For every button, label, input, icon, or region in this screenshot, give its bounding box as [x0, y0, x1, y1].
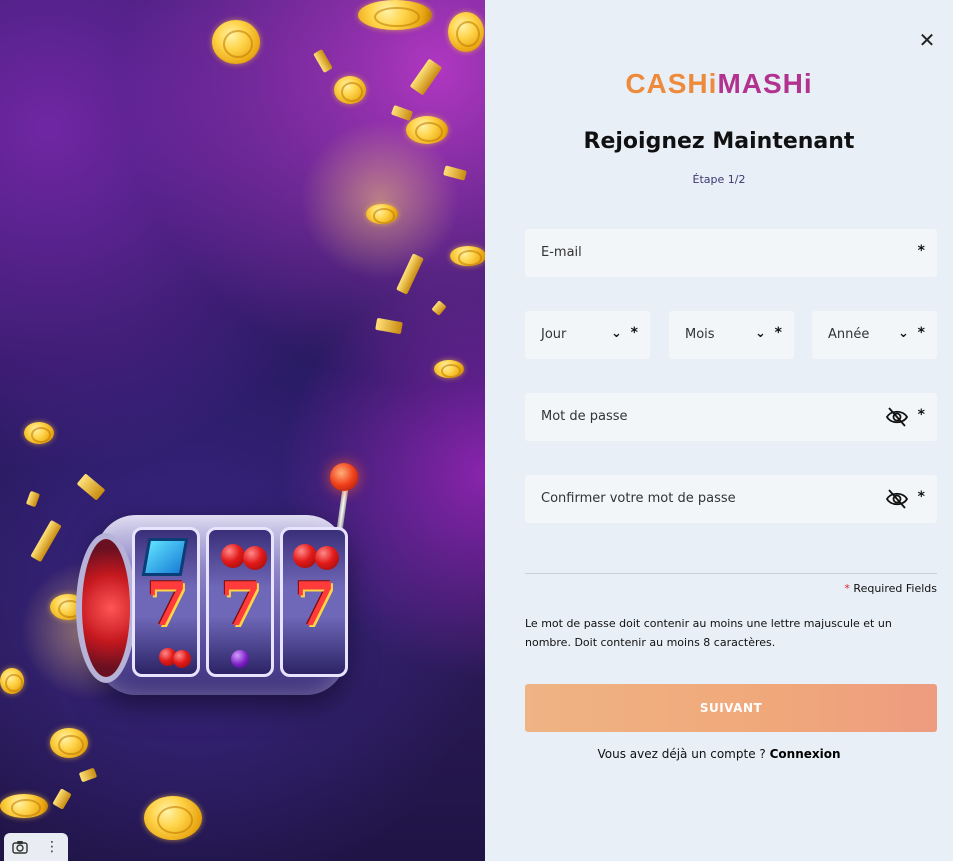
password-placeholder: Mot de passe: [541, 409, 628, 424]
next-button[interactable]: SUIVANT: [525, 684, 937, 732]
confetti: [390, 104, 414, 122]
screenshot-toolbar: ⋮: [4, 833, 68, 861]
gold-coin: [450, 246, 485, 266]
gold-coin: [358, 0, 432, 30]
gold-coin: [50, 728, 88, 758]
logo-part-1: CASHi: [625, 68, 718, 99]
page-title: Rejoignez Maintenant: [583, 129, 855, 154]
required-fields-note: * Required Fields: [844, 582, 937, 595]
password-field[interactable]: Mot de passe *: [525, 393, 937, 441]
confetti: [409, 58, 443, 96]
gold-coin: [24, 422, 54, 444]
login-prompt-line: Vous avez déjà un compte ? Connexion: [485, 747, 953, 761]
eye-slash-icon[interactable]: [885, 406, 909, 428]
gold-coin: [366, 204, 398, 224]
confetti: [30, 519, 62, 563]
close-icon[interactable]: ✕: [917, 30, 937, 50]
month-placeholder: Mois: [685, 327, 715, 342]
required-asterisk: *: [917, 243, 925, 259]
step-indicator: Étape 1/2: [692, 173, 746, 186]
confetti: [78, 767, 98, 783]
brand-logo: CASHiMASHi: [485, 68, 953, 100]
required-asterisk: *: [844, 582, 850, 595]
more-vertical-icon[interactable]: ⋮: [40, 835, 64, 859]
required-asterisk: *: [774, 325, 782, 341]
required-asterisk: *: [630, 325, 638, 341]
month-select[interactable]: Mois ⌄ *: [669, 311, 794, 359]
slot-machine-illustration: 7 7 7: [76, 463, 360, 705]
gold-coin: [448, 12, 484, 52]
email-field[interactable]: E-mail *: [525, 229, 937, 277]
gold-coin: [334, 76, 366, 104]
gold-coin: [0, 668, 24, 694]
gold-coin: [144, 796, 202, 840]
required-fields-label: Required Fields: [853, 582, 937, 595]
required-asterisk: *: [917, 407, 925, 423]
day-placeholder: Jour: [541, 327, 567, 342]
login-link[interactable]: Connexion: [770, 747, 841, 761]
gold-coin: [406, 116, 448, 144]
confetti: [76, 473, 106, 501]
chevron-down-icon: ⌄: [898, 326, 909, 341]
chevron-down-icon: ⌄: [611, 326, 622, 341]
email-placeholder: E-mail: [541, 245, 582, 260]
year-placeholder: Année: [828, 327, 870, 342]
eye-slash-icon[interactable]: [885, 488, 909, 510]
gold-coin: [434, 360, 464, 379]
confetti: [52, 788, 72, 810]
required-asterisk: *: [917, 489, 925, 505]
confetti: [313, 48, 333, 74]
logo-part-2: MASHi: [717, 68, 813, 99]
year-select[interactable]: Année ⌄ *: [812, 311, 937, 359]
signup-panel: ✕ CASHiMASHi Rejoignez Maintenant Étape …: [485, 0, 953, 861]
divider: [525, 573, 937, 574]
gold-coin: [212, 20, 260, 64]
gold-coin: [0, 794, 48, 818]
password-hint: Le mot de passe doit contenir au moins u…: [525, 617, 892, 649]
confetti: [25, 490, 41, 508]
camera-icon[interactable]: [8, 835, 32, 859]
promo-illustration: 7 7 7: [0, 0, 485, 861]
confetti: [431, 300, 447, 316]
day-select[interactable]: Jour ⌄ *: [525, 311, 650, 359]
confirm-password-field[interactable]: Confirmer votre mot de passe *: [525, 475, 937, 523]
chevron-down-icon: ⌄: [755, 326, 766, 341]
login-prompt: Vous avez déjà un compte ?: [597, 747, 766, 761]
confetti: [375, 317, 403, 335]
confirm-password-placeholder: Confirmer votre mot de passe: [541, 491, 736, 506]
required-asterisk: *: [917, 325, 925, 341]
